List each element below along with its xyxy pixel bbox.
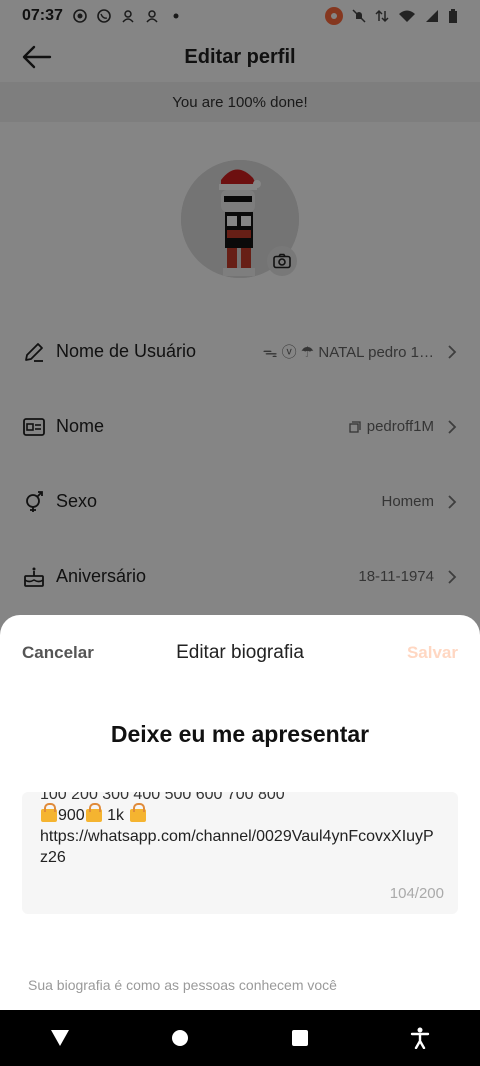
save-button[interactable]: Salvar	[407, 643, 458, 663]
bio-line: 100 200 300 400 500 600 700 800	[40, 792, 285, 803]
nav-home-icon	[172, 1030, 188, 1046]
edit-bio-sheet: Cancelar Editar biografia Salvar Deixe e…	[0, 615, 480, 1010]
system-nav-bar	[0, 1010, 480, 1066]
character-counter: 104/200	[389, 885, 444, 902]
accessibility-icon	[410, 1027, 430, 1049]
bio-line: https://whatsapp.com/channel/0029Vaul4yn…	[40, 828, 434, 866]
bio-textarea[interactable]: 100 200 300 400 500 600 700 800 900 1k h…	[22, 792, 458, 914]
nav-back-icon	[51, 1030, 69, 1046]
lock-emoji-icon	[41, 803, 57, 823]
bio-text: 100 200 300 400 500 600 700 800 900 1k h…	[40, 792, 440, 868]
bio-line: 900 1k	[40, 803, 440, 826]
nav-recents-button[interactable]	[280, 1018, 320, 1058]
bio-heading: Deixe eu me apresentar	[110, 721, 370, 747]
nav-back-button[interactable]	[40, 1018, 80, 1058]
bio-hint: Sua biografia é como as pessoas conhecem…	[28, 977, 337, 993]
cancel-button[interactable]: Cancelar	[22, 643, 94, 663]
nav-home-button[interactable]	[160, 1018, 200, 1058]
nav-recents-icon	[292, 1030, 308, 1046]
accessibility-button[interactable]	[400, 1018, 440, 1058]
lock-emoji-icon	[85, 803, 102, 823]
sheet-header: Cancelar Editar biografia Salvar	[0, 615, 480, 691]
lock-emoji-icon	[129, 803, 146, 823]
